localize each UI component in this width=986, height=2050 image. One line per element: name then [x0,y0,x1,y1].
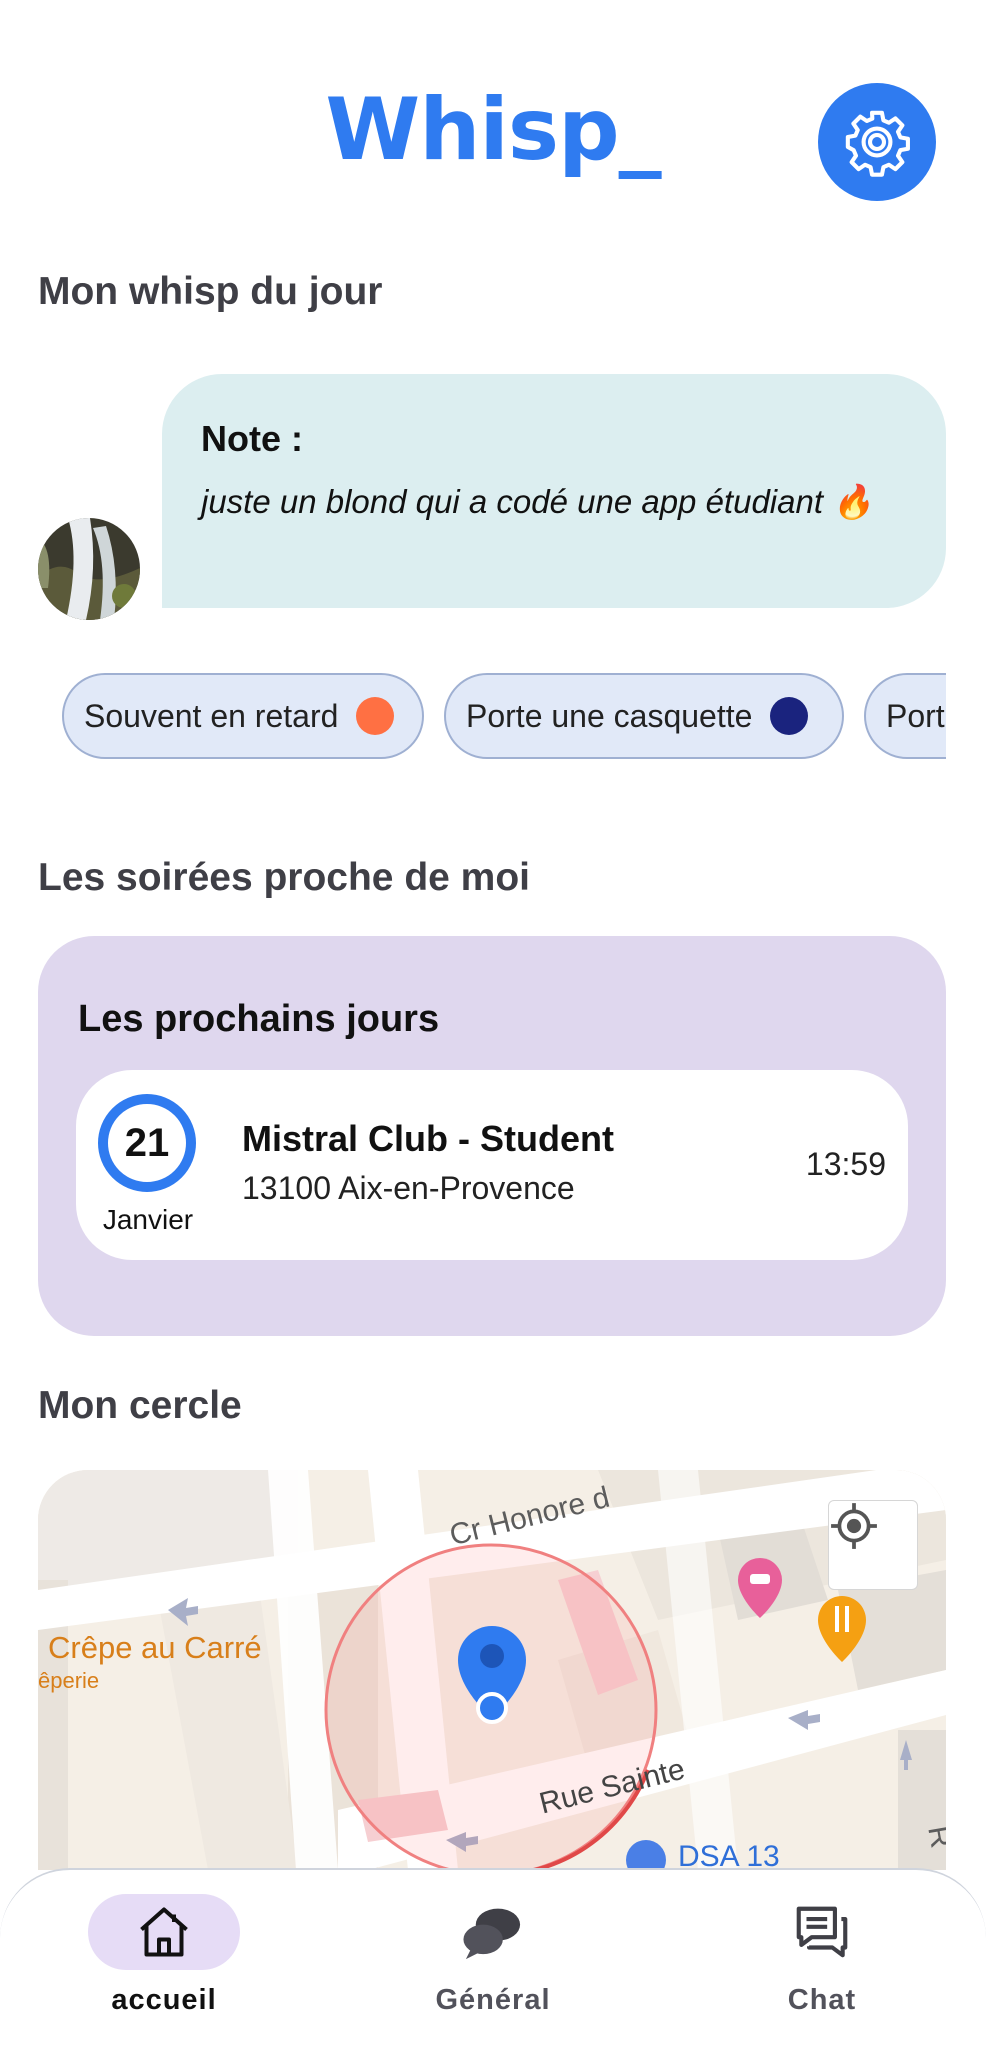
message-icon [796,1906,848,1958]
trait-label: Souvent en retard [84,697,339,734]
event-month: Janvier [102,1204,194,1235]
map-street-label: R [921,1823,946,1851]
trait-chip[interactable]: Port [864,673,946,759]
trait-chip[interactable]: Souvent en retard [62,673,424,759]
trait-chips: Souvent en retard Porte une casquette Po… [62,673,946,763]
locate-me-button[interactable] [828,1500,918,1590]
chat-bubbles-icon [463,1908,521,1960]
event-time: 13:59 [805,1146,886,1182]
gear-icon [845,110,910,177]
bottom-navigation: accueil Général Chat [0,1868,986,2050]
map-place-label: Crêpe au Carré [48,1630,262,1665]
map-place-sublabel: êperie [38,1668,100,1693]
nav-item-general[interactable]: Général [393,1894,593,2017]
nav-icon-wrap [746,1894,898,1970]
event-name: Mistral Club - Student [242,1118,614,1159]
events-card: Les prochains jours 21 Janvier Mistral C… [38,936,946,1336]
note-text: juste un blond qui a codé une app étudia… [201,483,874,520]
nav-label: accueil [111,1984,217,2016]
event-day-badge: 21 [98,1094,196,1192]
avatar[interactable] [38,518,140,620]
event-address: 13100 Aix-en-Provence [242,1170,575,1206]
nav-label: Général [435,1984,551,2016]
nav-icon-wrap [417,1894,569,1970]
map-place-label: DSA 13 [678,1840,780,1870]
nav-label: Chat [787,1984,857,2016]
crosshair-icon [831,1503,877,1549]
nav-active-indicator [88,1894,240,1970]
events-section-title: Les soirées proche de moi [38,856,531,899]
nav-item-chat[interactable]: Chat [722,1894,922,2017]
whisp-section-title: Mon whisp du jour [38,270,383,313]
circle-section-title: Mon cercle [38,1384,242,1427]
event-item[interactable]: 21 Janvier Mistral Club - Student 13100 … [76,1070,908,1260]
circle-map[interactable]: Cr Honore d Rue Sainte Crêpe au Carré êp… [38,1470,946,1870]
nav-item-accueil[interactable]: accueil [64,1894,264,2017]
trait-label: Porte une casquette [466,697,753,734]
note-label: Note : [201,418,303,459]
home-icon [140,1907,188,1957]
trait-color-dot [356,697,395,735]
settings-button[interactable] [818,83,936,201]
whisp-note-bubble: Note : juste un blond qui a codé une app… [162,374,946,608]
trait-label: Port [886,697,945,734]
trait-color-dot [770,697,809,735]
trait-chip[interactable]: Porte une casquette [444,673,844,759]
events-card-title: Les prochains jours [78,998,440,1040]
